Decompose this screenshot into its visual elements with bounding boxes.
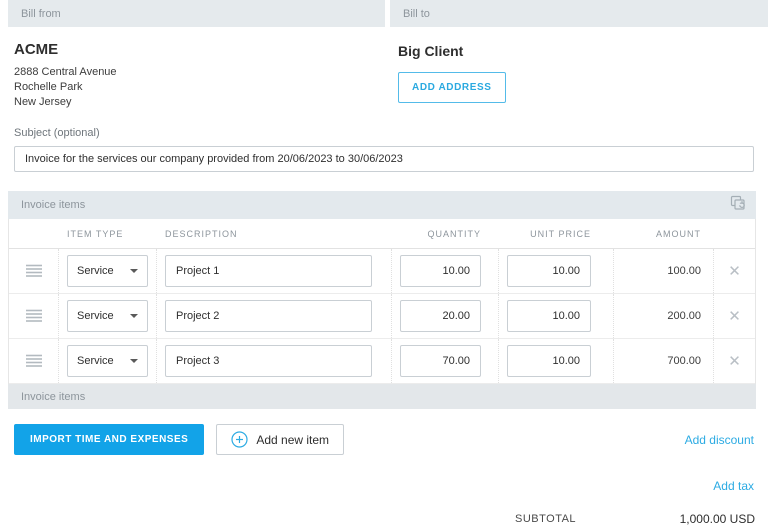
chevron-down-icon — [130, 314, 138, 318]
chevron-down-icon — [130, 359, 138, 363]
item-type-value: Service — [77, 355, 114, 367]
bill-from-details: ACME 2888 Central Avenue Rochelle Park N… — [14, 41, 398, 110]
quantity-input[interactable] — [400, 300, 481, 332]
quantity-input[interactable] — [400, 255, 481, 287]
add-new-item-button[interactable]: Add new item — [216, 424, 344, 455]
subtotal-label: SUBTOTAL — [515, 513, 576, 525]
bill-to-details: Big Client ADD ADDRESS — [398, 41, 768, 110]
invoice-items-footer-bar: Invoice items — [8, 384, 756, 409]
import-time-expenses-button[interactable]: IMPORT TIME AND EXPENSES — [14, 424, 204, 455]
address-line: New Jersey — [14, 95, 398, 110]
add-tax-row: Add tax — [0, 477, 754, 495]
item-type-select[interactable]: Service — [67, 345, 148, 377]
table-row: Service 200.00 ✕ — [9, 294, 755, 339]
drag-handle-icon[interactable] — [26, 354, 42, 368]
add-address-button[interactable]: ADD ADDRESS — [398, 72, 506, 103]
address-line: 2888 Central Avenue — [14, 65, 398, 80]
chevron-down-icon — [130, 269, 138, 273]
subtotal-value: 1,000.00 USD — [680, 512, 755, 526]
actions-row: IMPORT TIME AND EXPENSES Add new item Ad… — [14, 424, 754, 455]
item-type-select[interactable]: Service — [67, 255, 148, 287]
invoice-items-section: Invoice items ITEM TYPE DESCRIPTION QUAN… — [8, 191, 756, 409]
col-header-unit-price: UNIT PRICE — [498, 229, 613, 239]
table-body: Service 100.00 ✕ — [9, 249, 755, 384]
parties-section: ACME 2888 Central Avenue Rochelle Park N… — [0, 41, 768, 110]
bill-from-bar: Bill from — [8, 0, 385, 27]
add-discount-link[interactable]: Add discount — [685, 433, 754, 447]
copy-items-icon[interactable] — [730, 195, 746, 216]
col-header-description: DESCRIPTION — [156, 229, 391, 239]
invoice-items-header-bar: Invoice items — [8, 191, 756, 219]
amount-value: 700.00 — [667, 355, 701, 367]
table-row: Service 700.00 ✕ — [9, 339, 755, 384]
delete-row-icon[interactable]: ✕ — [728, 264, 741, 279]
table-row: Service 100.00 ✕ — [9, 249, 755, 294]
invoice-items-footer-label: Invoice items — [21, 391, 85, 403]
company-address: 2888 Central Avenue Rochelle Park New Je… — [14, 65, 398, 110]
item-type-value: Service — [77, 310, 114, 322]
unit-price-input[interactable] — [507, 300, 591, 332]
invoice-items-header-label: Invoice items — [21, 199, 85, 211]
invoice-items-table: ITEM TYPE DESCRIPTION QUANTITY UNIT PRIC… — [8, 219, 756, 384]
subject-section: Subject (optional) — [14, 127, 754, 172]
item-type-select[interactable]: Service — [67, 300, 148, 332]
delete-row-icon[interactable]: ✕ — [728, 354, 741, 369]
add-new-item-label: Add new item — [256, 433, 329, 447]
amount-value: 100.00 — [667, 265, 701, 277]
unit-price-input[interactable] — [507, 345, 591, 377]
add-tax-link[interactable]: Add tax — [713, 479, 754, 493]
col-header-quantity: QUANTITY — [391, 229, 498, 239]
client-name: Big Client — [398, 43, 768, 59]
col-header-amount: AMOUNT — [613, 229, 713, 239]
table-header-row: ITEM TYPE DESCRIPTION QUANTITY UNIT PRIC… — [9, 219, 755, 249]
unit-price-input[interactable] — [507, 255, 591, 287]
description-input[interactable] — [165, 345, 372, 377]
col-header-item-type: ITEM TYPE — [58, 229, 156, 239]
amount-value: 200.00 — [667, 310, 701, 322]
section-headers: Bill from Bill to — [0, 0, 768, 27]
address-line: Rochelle Park — [14, 80, 398, 95]
description-input[interactable] — [165, 255, 372, 287]
subject-input[interactable] — [14, 146, 754, 172]
delete-row-icon[interactable]: ✕ — [728, 309, 741, 324]
bill-from-label: Bill from — [21, 8, 61, 20]
quantity-input[interactable] — [400, 345, 481, 377]
bill-to-label: Bill to — [403, 8, 430, 20]
subject-label: Subject (optional) — [14, 127, 754, 139]
drag-handle-icon[interactable] — [26, 264, 42, 278]
totals-section: SUBTOTAL 1,000.00 USD — [0, 512, 755, 531]
bill-to-bar: Bill to — [390, 0, 768, 27]
item-type-value: Service — [77, 265, 114, 277]
plus-circle-icon — [231, 431, 248, 448]
description-input[interactable] — [165, 300, 372, 332]
company-name: ACME — [14, 41, 398, 58]
drag-handle-icon[interactable] — [26, 309, 42, 323]
